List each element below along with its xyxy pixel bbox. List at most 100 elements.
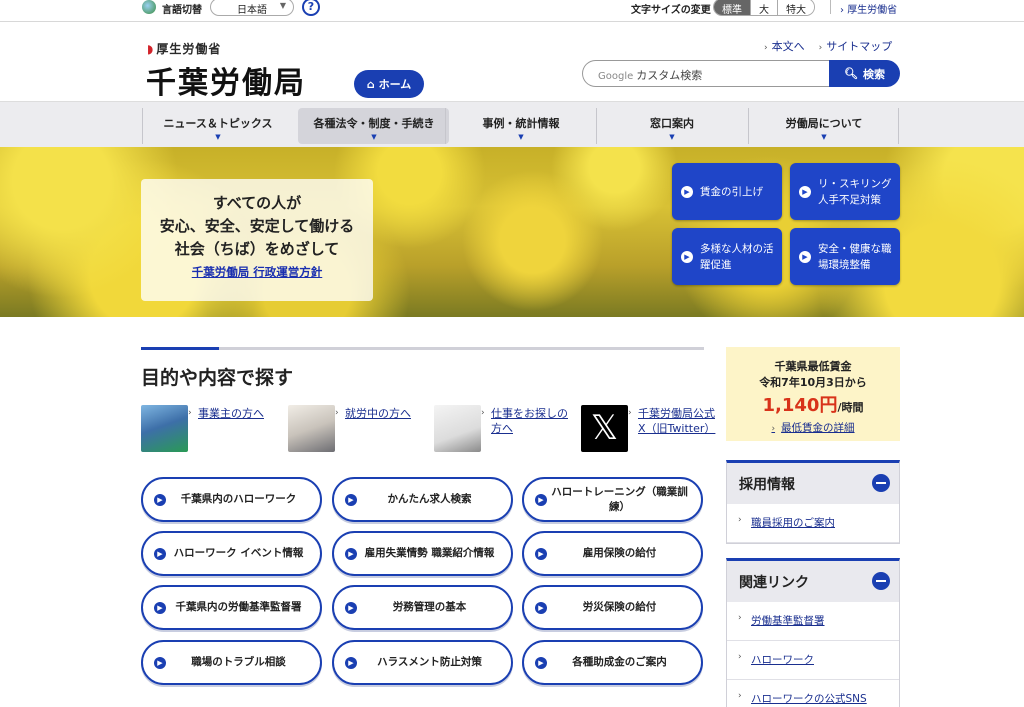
recruit-link-label: 職員採用のご案内 bbox=[751, 517, 835, 529]
related-link[interactable]: › 労働基準監督署 bbox=[727, 602, 899, 641]
pill-label: 雇用保険の給付 bbox=[582, 547, 657, 559]
pill-label: 千葉県内のハローワーク bbox=[180, 493, 297, 505]
chevron-down-icon: ▼ bbox=[371, 133, 377, 141]
mhlw-link[interactable]: › 厚生労働省 bbox=[840, 1, 897, 16]
chevron-right-icon: ▶ bbox=[345, 601, 357, 614]
hero-button-safety[interactable]: ▶ 安全・健康な職場環境整備 bbox=[790, 228, 900, 285]
site-title[interactable]: 千葉労働局 bbox=[146, 58, 306, 102]
chevron-down-icon: ▼ bbox=[279, 1, 286, 10]
pill-job-search[interactable]: ▶ かんたん求人検索 bbox=[332, 477, 513, 522]
chevron-right-icon: ▶ bbox=[799, 250, 811, 263]
pill-trouble-consult[interactable]: ▶ 職場のトラブル相談 bbox=[141, 640, 322, 685]
chevron-down-icon: ▼ bbox=[215, 133, 221, 141]
header-links: › 本文へ › サイトマップ bbox=[764, 38, 892, 54]
recruit-panel-header[interactable]: 採用情報 bbox=[727, 463, 899, 504]
pill-label: 労災保険の給付 bbox=[582, 601, 657, 613]
ministry-logo[interactable]: ◗ 厚生労働省 bbox=[147, 40, 221, 57]
search-brand: Google bbox=[598, 71, 634, 82]
wage-detail-label: 最低賃金の詳細 bbox=[781, 422, 855, 434]
chevron-right-icon: ▶ bbox=[154, 547, 166, 560]
laptop-image bbox=[288, 405, 335, 452]
related-panel-title: 関連リンク bbox=[739, 575, 809, 591]
hero-button-label: リ・スキリング 人手不足対策 bbox=[818, 177, 892, 206]
related-links-panel: 関連リンク › 労働基準監督署 › ハローワーク › ハローワークの公式SNS bbox=[726, 558, 900, 707]
font-size-large-button[interactable]: 大 bbox=[750, 0, 777, 15]
hero-button-label: 多様な人材の活躍促進 bbox=[700, 242, 774, 271]
skip-to-content-link[interactable]: › 本文へ bbox=[764, 38, 805, 54]
related-link[interactable]: › ハローワーク bbox=[727, 641, 899, 680]
hero-button-wage[interactable]: ▶ 賃金の引上げ bbox=[672, 163, 782, 220]
category-workers[interactable]: › 就労中の方へ bbox=[288, 405, 428, 455]
sitemap-link[interactable]: › サイトマップ bbox=[819, 38, 893, 54]
wage-amount: 1,140円 bbox=[762, 395, 838, 416]
chevron-right-icon: ▶ bbox=[345, 656, 357, 669]
language-label: 言語切替 bbox=[162, 5, 202, 16]
pill-employment-insurance[interactable]: ▶ 雇用保険の給付 bbox=[522, 531, 703, 576]
related-panel-header[interactable]: 関連リンク bbox=[727, 561, 899, 602]
chevron-right-icon: ▶ bbox=[345, 547, 357, 560]
collapse-icon[interactable] bbox=[872, 572, 890, 590]
chevron-right-icon: ▶ bbox=[345, 493, 357, 506]
building-image bbox=[141, 405, 188, 452]
font-size-xlarge-button[interactable]: 特大 bbox=[777, 0, 814, 15]
nav-about[interactable]: 労働局について ▼ bbox=[748, 108, 899, 144]
collapse-icon[interactable] bbox=[872, 474, 890, 492]
wage-date: 令和7年10月3日から bbox=[759, 376, 867, 389]
related-link[interactable]: › ハローワークの公式SNS bbox=[727, 680, 899, 707]
recruit-panel: 採用情報 › 職員採用のご案内 bbox=[726, 460, 900, 544]
nav-statistics-label: 事例・統計情報 bbox=[482, 117, 560, 130]
sitemap-link-label: サイトマップ bbox=[826, 40, 893, 53]
nav-news[interactable]: ニュース＆トピックス ▼ bbox=[142, 108, 293, 144]
search-input[interactable]: Google カスタム検索 bbox=[582, 60, 830, 87]
nav-statistics[interactable]: 事例・統計情報 ▼ bbox=[445, 108, 596, 144]
pill-employment-info[interactable]: ▶ 雇用失業情勢 職業紹介情報 bbox=[332, 531, 513, 576]
category-x-account[interactable]: 𝕏 › 千葉労働局公式X（旧Twitter） bbox=[581, 405, 721, 455]
hero-line: 社会（ちば）をめざして bbox=[174, 240, 340, 258]
font-size-standard-button[interactable]: 標準 bbox=[714, 0, 750, 15]
pill-hellowork-list[interactable]: ▶ 千葉県内のハローワーク bbox=[141, 477, 322, 522]
category-label-text: 千葉労働局公式X（旧Twitter） bbox=[638, 407, 716, 435]
hero-line: すべての人が bbox=[212, 194, 302, 212]
hero-button-diversity[interactable]: ▶ 多様な人材の活躍促進 bbox=[672, 228, 782, 285]
nav-contact[interactable]: 窓口案内 ▼ bbox=[596, 108, 747, 144]
related-link-label: ハローワーク bbox=[751, 654, 814, 666]
chevron-right-icon: › bbox=[764, 43, 768, 53]
pill-harassment[interactable]: ▶ ハラスメント防止対策 bbox=[332, 640, 513, 685]
divider bbox=[830, 0, 831, 14]
chevron-down-icon: ▼ bbox=[669, 133, 675, 141]
pill-workers-comp[interactable]: ▶ 労災保険の給付 bbox=[522, 585, 703, 630]
font-size-label: 文字サイズの変更 bbox=[631, 5, 711, 16]
global-nav: ニュース＆トピックス ▼ 各種法令・制度・手続き ▼ 事例・統計情報 ▼ 窓口案内 ▼ … bbox=[0, 101, 1024, 147]
home-button[interactable]: ⌂ ホーム bbox=[354, 70, 424, 98]
form-image bbox=[434, 405, 481, 452]
hero-button-reskilling[interactable]: ▶ リ・スキリング 人手不足対策 bbox=[790, 163, 900, 220]
chevron-down-icon: ▼ bbox=[518, 133, 524, 141]
help-icon[interactable]: ? bbox=[302, 0, 320, 16]
chevron-right-icon: › bbox=[335, 408, 339, 418]
pill-subsidies[interactable]: ▶ 各種助成金のご案内 bbox=[522, 640, 703, 685]
section-rule bbox=[141, 347, 704, 350]
category-employers[interactable]: › 事業主の方へ bbox=[141, 405, 281, 455]
recruit-link[interactable]: › 職員採用のご案内 bbox=[727, 504, 899, 543]
language-select[interactable]: 日本語 ▼ bbox=[210, 0, 294, 16]
policy-link[interactable]: 千葉労働局 行政運営方針 bbox=[192, 264, 323, 280]
pill-label: ハラスメント防止対策 bbox=[377, 656, 482, 668]
search-button[interactable]: 🔍︎ 検索 bbox=[829, 60, 900, 87]
pill-training[interactable]: ▶ ハロートレーニング（職業訓練） bbox=[522, 477, 703, 522]
nav-news-label: ニュース＆トピックス bbox=[163, 117, 273, 130]
chevron-right-icon: ▶ bbox=[154, 656, 166, 669]
minimum-wage-box: 千葉県最低賃金 令和7年10月3日から 1,140円/時間 › 最低賃金の詳細 bbox=[726, 347, 900, 441]
pill-events[interactable]: ▶ ハローワーク イベント情報 bbox=[141, 531, 322, 576]
category-label: › 千葉労働局公式X（旧Twitter） bbox=[628, 406, 716, 436]
search-icon: 🔍︎ bbox=[844, 67, 858, 80]
category-label-text: 仕事をお探しの方へ bbox=[491, 407, 568, 435]
font-size-switch: 標準 大 特大 bbox=[713, 0, 815, 16]
nav-laws[interactable]: 各種法令・制度・手続き ▼ bbox=[298, 108, 449, 144]
wage-detail-link[interactable]: › 最低賃金の詳細 bbox=[726, 420, 900, 435]
chevron-right-icon: › bbox=[738, 691, 742, 701]
pill-labor-management[interactable]: ▶ 労務管理の基本 bbox=[332, 585, 513, 630]
chevron-right-icon: › bbox=[771, 424, 776, 434]
category-job-seekers[interactable]: › 仕事をお探しの方へ bbox=[434, 405, 574, 455]
pill-inspection-offices[interactable]: ▶ 千葉県内の労働基準監督署 bbox=[141, 585, 322, 630]
chevron-down-icon: ▼ bbox=[821, 133, 827, 141]
